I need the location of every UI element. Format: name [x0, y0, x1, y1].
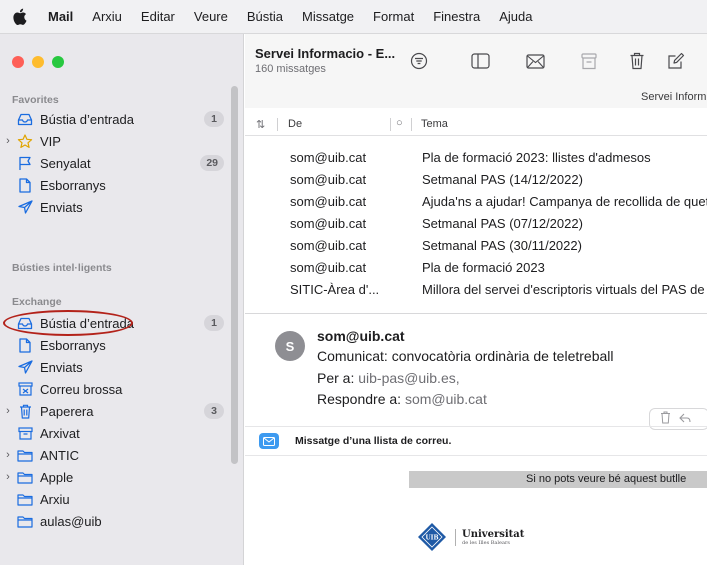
reply-icon[interactable]: [679, 412, 691, 427]
folder-icon: [16, 491, 34, 507]
sidebar-item-apple[interactable]: › Apple: [0, 466, 230, 488]
pane-divider[interactable]: [245, 313, 707, 314]
folder-icon: [16, 447, 34, 463]
menu-veure[interactable]: Veure: [194, 9, 228, 24]
newsletter-view-link[interactable]: Si no pots veure bé aquest butlle: [409, 471, 707, 488]
message-count: 160 missatges: [255, 63, 326, 75]
menu-bar: Mail Arxiu Editar Veure Bústia Missatge …: [0, 0, 707, 34]
sidebar: Favorites Bústia d’entrada 1 › VIP Senya…: [0, 34, 244, 565]
uib-emblem-icon: UIB: [418, 523, 446, 551]
preview-sender[interactable]: som@uib.cat: [317, 328, 405, 344]
mailbox-title: Servei Informacio - E...: [255, 46, 396, 61]
logo-title: Universitat: [462, 528, 525, 540]
sidebar-item-favorites-inbox[interactable]: Bústia d’entrada 1: [0, 108, 230, 130]
trash-icon[interactable]: [660, 411, 671, 427]
message-row[interactable]: SITIC-Àrea d'... Millora del servei d'es…: [245, 279, 707, 301]
annotation-ellipse: [3, 310, 133, 336]
unread-badge: 1: [204, 111, 224, 127]
message-row[interactable]: som@uib.cat Setmanal PAS (14/12/2022): [245, 169, 707, 191]
menu-app-mail[interactable]: Mail: [48, 9, 73, 24]
sidebar-item-favorites-sent[interactable]: Enviats: [0, 196, 230, 218]
message-row[interactable]: som@uib.cat Ajuda'ns a ajudar! Campanya …: [245, 191, 707, 213]
star-icon: [16, 133, 34, 149]
toolbar: Servei Informacio - E... 160 missatges: [245, 34, 707, 86]
menu-finestra[interactable]: Finestra: [433, 9, 480, 24]
column-from[interactable]: De: [288, 118, 302, 130]
document-icon: [16, 337, 34, 353]
archive-icon[interactable]: [578, 50, 600, 72]
section-smart-mailboxes[interactable]: Bústies intel·ligents: [12, 262, 112, 274]
junk-icon: [16, 381, 34, 397]
menu-arxiu[interactable]: Arxiu: [92, 9, 122, 24]
message-row[interactable]: som@uib.cat Setmanal PAS (30/11/2022): [245, 235, 707, 257]
trash-icon[interactable]: [626, 50, 648, 72]
section-favorites: Favorites: [12, 94, 59, 106]
uib-logo: UIB Universitat de les Illes Balears: [417, 522, 524, 552]
chevron-right-icon[interactable]: ›: [0, 471, 16, 483]
folder-icon: [16, 513, 34, 529]
filter-label[interactable]: Servei Inform: [641, 91, 706, 103]
sidebar-item-exchange-drafts[interactable]: Esborranys: [0, 334, 230, 356]
archive-icon: [16, 425, 34, 441]
menu-missatge[interactable]: Missatge: [302, 9, 354, 24]
sidebar-item-junk[interactable]: Correu brossa: [0, 378, 230, 400]
message-row[interactable]: som@uib.cat Pla de formació 2023: lliste…: [245, 147, 707, 169]
sidebar-item-trash[interactable]: › Paperera 3: [0, 400, 230, 422]
menu-bustia[interactable]: Bústia: [247, 9, 283, 24]
logo-subtitle: de les Illes Balears: [462, 539, 510, 546]
sidebar-item-arxiu[interactable]: Arxiu: [0, 488, 230, 510]
inbox-icon: [16, 111, 34, 127]
document-icon: [16, 177, 34, 193]
chevron-right-icon[interactable]: ›: [0, 135, 16, 147]
paperplane-icon: [16, 359, 34, 375]
sidebar-item-vip[interactable]: › VIP: [0, 130, 230, 152]
sidebar-item-exchange-sent[interactable]: Enviats: [0, 356, 230, 378]
column-subject[interactable]: Tema: [421, 118, 448, 130]
paperplane-icon: [16, 199, 34, 215]
close-window-button[interactable]: [12, 56, 24, 68]
count-badge: 29: [200, 155, 224, 171]
mailing-list-banner: Missatge d’una llista de correu.: [245, 426, 707, 456]
recipient-address[interactable]: uib-pas@uib.es,: [358, 370, 459, 386]
zoom-window-button[interactable]: [52, 56, 64, 68]
preview-to: Per a: uib-pas@uib.es,: [317, 370, 460, 386]
sidebar-item-antic[interactable]: › ANTIC: [0, 444, 230, 466]
preview-subject: Comunicat: convocatòria ordinària de tel…: [317, 348, 614, 364]
sidebar-item-archive[interactable]: Arxivat: [0, 422, 230, 444]
menu-ajuda[interactable]: Ajuda: [499, 9, 532, 24]
count-badge: 3: [204, 403, 224, 419]
sort-icon[interactable]: ⇅: [256, 118, 265, 131]
trash-icon: [16, 403, 34, 419]
sidebar-item-aulas[interactable]: aulas@uib: [0, 510, 230, 532]
menu-editar[interactable]: Editar: [141, 9, 175, 24]
sidebar-item-flagged[interactable]: Senyalat 29: [0, 152, 230, 174]
menu-format[interactable]: Format: [373, 9, 414, 24]
window-controls: [12, 56, 64, 68]
message-row[interactable]: som@uib.cat Pla de formació 2023: [245, 257, 707, 279]
flag-icon: [16, 155, 34, 171]
filter-bar: Servei Inform: [245, 86, 707, 108]
sidebar-item-favorites-drafts[interactable]: Esborranys: [0, 174, 230, 196]
apple-icon[interactable]: [12, 8, 30, 26]
reply-to-address[interactable]: som@uib.cat: [405, 391, 487, 407]
sidebar-toggle-icon[interactable]: [469, 50, 491, 72]
avatar: S: [275, 331, 305, 361]
filter-icon[interactable]: [408, 50, 430, 72]
folder-icon: [16, 469, 34, 485]
unread-badge: 1: [204, 315, 224, 331]
preview-reply-to: Respondre a: som@uib.cat: [317, 391, 487, 407]
minimize-window-button[interactable]: [32, 56, 44, 68]
mailing-list-icon: [259, 433, 279, 449]
main-pane: Servei Informacio - E... 160 missatges S…: [245, 34, 707, 565]
column-header: ⇅ De ○ Tema: [245, 114, 707, 136]
chevron-right-icon[interactable]: ›: [0, 405, 16, 417]
chevron-right-icon[interactable]: ›: [0, 449, 16, 461]
message-row[interactable]: som@uib.cat Setmanal PAS (07/12/2022): [245, 213, 707, 235]
compose-icon[interactable]: [665, 50, 687, 72]
unread-column-icon[interactable]: ○: [396, 117, 403, 129]
envelope-icon[interactable]: [524, 50, 546, 72]
sidebar-scrollbar[interactable]: [231, 86, 238, 464]
svg-text:UIB: UIB: [425, 535, 438, 542]
section-exchange[interactable]: Exchange: [12, 296, 62, 308]
